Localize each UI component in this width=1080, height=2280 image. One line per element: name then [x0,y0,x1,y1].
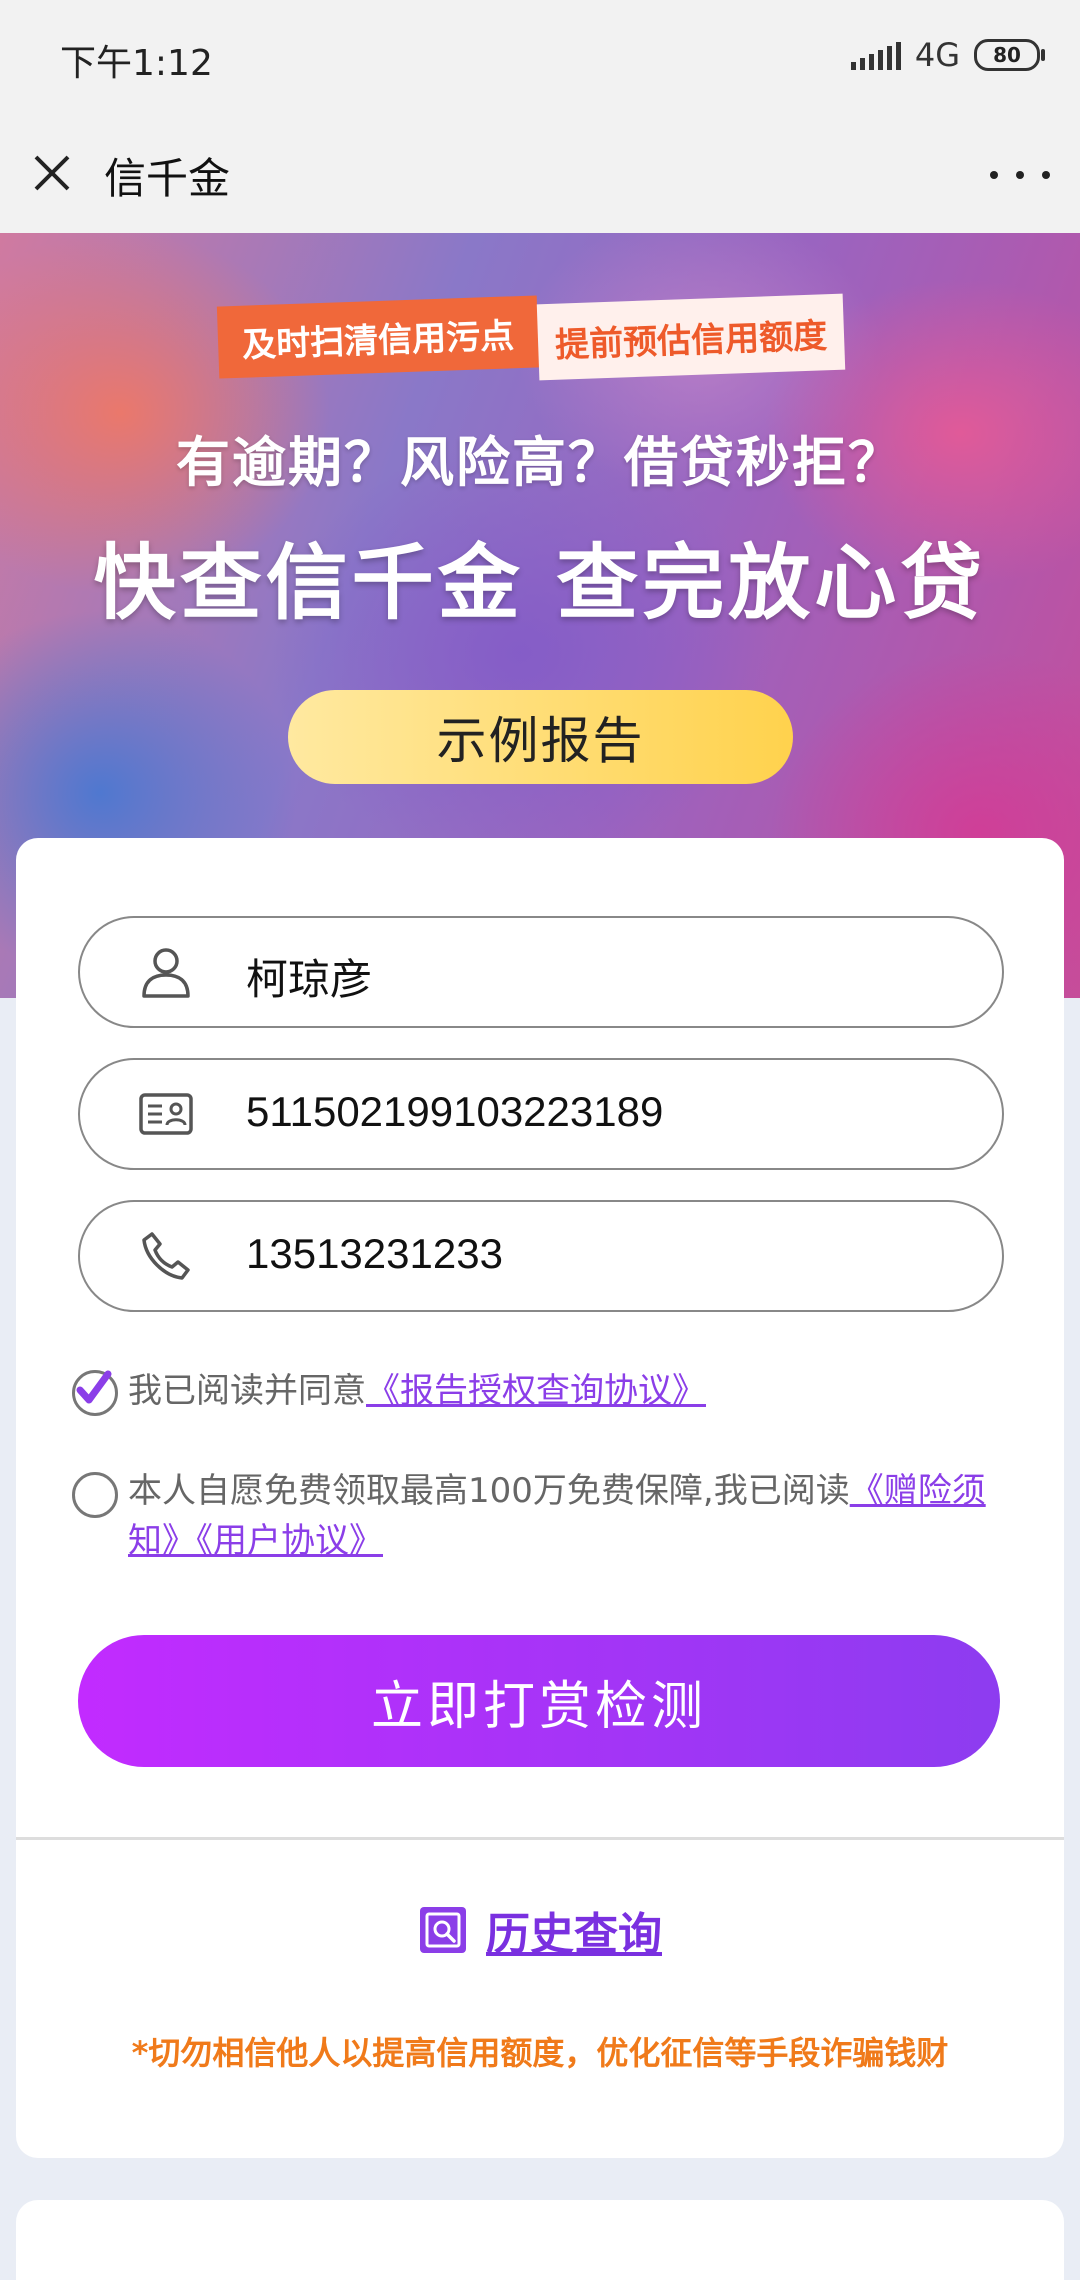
status-bar: 下午1:12 4G 80 [0,0,1080,115]
phone-value: 13513231233 [246,1230,503,1277]
banner-headline: 有逾期？风险高？借贷秒拒？ [176,431,904,494]
history-search-icon [420,1907,466,1953]
more-dot-icon [1042,171,1050,179]
more-menu-button[interactable] [990,155,1050,195]
phone-field[interactable]: 13513231233 [78,1200,1004,1312]
check-icon [76,1370,112,1403]
id-card-icon [139,1093,193,1135]
fraud-warning: *切勿相信他人以提高信用额度，优化征信等手段诈骗钱财 [131,2034,949,2072]
banner-tag-right: 提前预估信用额度 [536,293,846,381]
nav-bar: 信千金 [0,115,1080,234]
close-icon [34,155,70,191]
sample-report-button[interactable]: 示例报告 [288,690,793,784]
insurance-agreement-text: 本人自愿免费领取最高100万免费保障,我已阅读 [128,1471,850,1511]
agreement-text: 我已阅读并同意 [128,1371,366,1411]
page-title: 信千金 [104,154,231,203]
history-query-label: 历史查询 [486,1909,662,1960]
history-query-link[interactable]: 历史查询 [16,1898,1064,1962]
authorization-agreement: 我已阅读并同意《报告授权查询协议》 [72,1366,706,1416]
query-form-card: 柯琼彦 511502199103223189 13513231233 我已阅读并… [16,838,1064,2158]
agreement-checkbox-checked[interactable] [72,1369,118,1416]
insurance-agreement: 本人自愿免费领取最高100万免费保障,我已阅读《赠险须知》《用户协议》 [72,1466,1012,1566]
status-indicators: 4G 80 [850,36,1045,74]
banner-slogan: 快查信千金 查完放心贷 [93,536,987,631]
battery-icon: 80 [974,39,1045,71]
banner-tag-left: 及时扫清信用污点 [216,295,540,379]
id-number-value: 511502199103223189 [246,1088,664,1135]
network-type: 4G [914,36,960,74]
phone-icon [142,1232,190,1280]
close-button[interactable] [28,149,76,197]
name-value: 柯琼彦 [246,956,373,1003]
divider [16,1837,1064,1840]
user-icon [142,948,190,998]
signal-icon [850,40,901,70]
more-dot-icon [1016,171,1024,179]
bottom-card [16,2200,1064,2280]
insurance-checkbox[interactable] [72,1472,118,1518]
id-number-field[interactable]: 511502199103223189 [78,1058,1004,1170]
more-dot-icon [990,171,998,179]
status-time: 下午1:12 [60,43,213,84]
name-field[interactable]: 柯琼彦 [78,916,1004,1028]
insurance-agreement-content: 本人自愿免费领取最高100万免费保障,我已阅读《赠险须知》《用户协议》 [72,1466,1012,1566]
submit-check-button[interactable]: 立即打赏检测 [78,1635,1000,1767]
authorization-agreement-link[interactable]: 《报告授权查询协议》 [366,1371,706,1411]
